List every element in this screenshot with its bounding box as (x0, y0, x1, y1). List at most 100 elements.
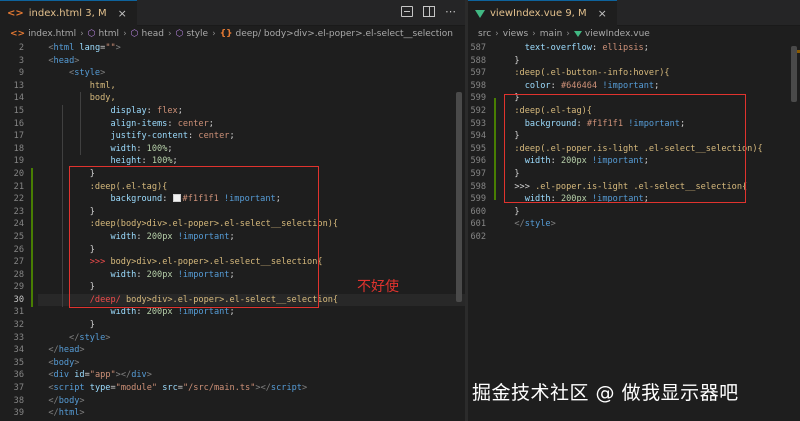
breadcrumb-item-selector[interactable]: {} deep/ body>div>.el-poper>.el-select__s… (220, 29, 453, 39)
breadcrumb-item-html[interactable]: ⬡ html (88, 29, 119, 39)
code-token: ellipsis (602, 43, 644, 53)
code-token: </ (69, 332, 80, 343)
breadcrumb-item-file[interactable]: <> index.html (10, 29, 76, 39)
line-number: 599 (470, 194, 486, 205)
line-number: 596 (470, 156, 486, 167)
vertical-scrollbar[interactable] (456, 92, 462, 302)
breadcrumb-item-file[interactable]: viewIndex.vue (573, 29, 650, 39)
line-number: 23 (13, 206, 24, 217)
code-line: </style> (38, 332, 465, 345)
line-number: 27 (13, 257, 24, 268)
line-number-gutter: 587 588 597 598 599 592 593 594 595 596 597 598 599 6… (468, 42, 492, 244)
code-token: > (105, 332, 111, 343)
line-number: 33 (13, 332, 24, 343)
tab-index-html[interactable]: <> index.html 3, M × (0, 0, 137, 26)
breadcrumb-item-style[interactable]: ⬡ style (176, 29, 208, 39)
code-token: } (514, 55, 520, 66)
breadcrumb-item-views[interactable]: views (503, 29, 528, 39)
code-token: style (524, 219, 551, 230)
code-line: justify-content: center; (38, 130, 465, 143)
code-token: lang (74, 43, 101, 53)
code-token: : (167, 118, 178, 129)
code-token: html (58, 408, 80, 419)
code-token: html, (89, 80, 116, 91)
code-line: <div id="app"></div> (38, 369, 465, 382)
code-token: style (74, 68, 101, 79)
vue-file-icon (475, 9, 485, 18)
vertical-scrollbar[interactable] (791, 46, 797, 102)
line-number: 13 (13, 80, 24, 91)
code-line: </body> (38, 395, 465, 408)
modified-line-marker (31, 168, 33, 307)
line-number: 592 (470, 105, 486, 116)
code-token: } (514, 206, 520, 217)
code-token: #646464 (560, 80, 598, 91)
split-editor-icon[interactable] (422, 5, 435, 18)
left-editor: <> index.html 3, M × ⋯ <> index.html › ⬡ h… (0, 0, 465, 421)
line-number: 9 (18, 68, 24, 79)
compare-changes-icon[interactable] (400, 5, 413, 18)
code-line: width: 100%; (38, 143, 465, 156)
code-token: > (550, 219, 556, 230)
line-number: 36 (13, 370, 24, 381)
code-token: center (177, 118, 209, 129)
modified-line-marker (494, 98, 496, 200)
left-editor-actions: ⋯ (400, 5, 457, 18)
code-token: ; (172, 156, 178, 167)
tab-viewindex-vue[interactable]: viewIndex.vue 9, M × (468, 0, 617, 26)
code-token: align-items (110, 118, 168, 129)
code-token: id (69, 370, 85, 381)
close-icon[interactable]: × (118, 7, 127, 20)
code-token: </ (48, 345, 59, 356)
vue-file-icon (573, 31, 582, 37)
code-token: > (79, 395, 85, 406)
code-token: ; (208, 118, 214, 129)
breadcrumb-item-head[interactable]: ⬡ head (131, 29, 164, 39)
chevron-right-icon: › (532, 29, 536, 39)
close-icon[interactable]: × (598, 7, 607, 20)
breadcrumb-item-src[interactable]: src (478, 29, 491, 39)
line-number: 601 (470, 219, 486, 230)
line-number: 599 (470, 93, 486, 104)
watermark: 掘金技术社区 @ 做我显示器吧 (472, 382, 739, 404)
code-token: body, (89, 93, 116, 104)
code-line: align-items: center; (38, 118, 465, 131)
code-token: "app" (89, 370, 116, 381)
code-token: : (136, 143, 147, 154)
code-token: head (53, 55, 75, 66)
line-number: 29 (13, 282, 24, 293)
line-number: 595 (470, 143, 486, 154)
code-token: div (131, 370, 147, 381)
code-token: src (157, 383, 178, 394)
code-token: !important (172, 307, 230, 318)
line-number: 597 (470, 68, 486, 79)
more-actions-icon[interactable]: ⋯ (444, 5, 457, 18)
line-number: 22 (13, 194, 24, 205)
chevron-right-icon: › (123, 29, 127, 39)
breadcrumb-item-main[interactable]: main (540, 29, 563, 39)
breadcrumb: src › views › main › viewIndex.vue (468, 26, 800, 42)
indent-guide (62, 105, 63, 307)
highlight-box (69, 166, 319, 308)
code-line: color: #646464 !important; (504, 80, 800, 93)
code-token: type (84, 383, 111, 394)
code-line: html, (38, 80, 465, 93)
code-line: </head> (38, 344, 465, 357)
line-number: 32 (13, 320, 24, 331)
highlight-box (504, 94, 746, 203)
